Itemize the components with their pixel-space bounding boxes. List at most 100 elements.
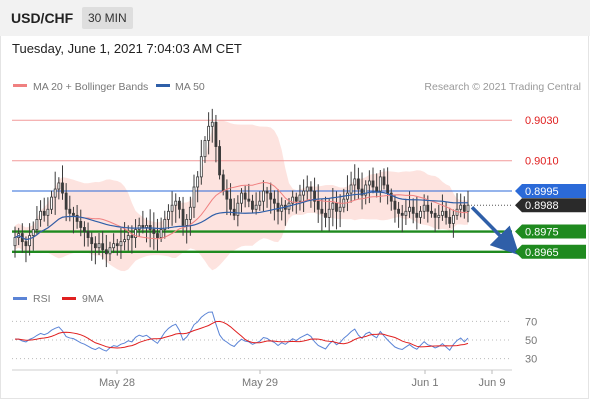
candle-body bbox=[327, 208, 331, 218]
candle-body bbox=[404, 210, 408, 216]
candle-body bbox=[422, 204, 426, 212]
candle-body bbox=[35, 218, 39, 230]
candle-body bbox=[437, 214, 441, 218]
last-price-label: 0.8988 bbox=[525, 200, 559, 212]
copyright-text: Research © 2021 Trading Central bbox=[424, 81, 581, 93]
resistance-label-1: 0.9030 bbox=[525, 115, 559, 127]
candle-body bbox=[316, 200, 320, 210]
candle-body bbox=[167, 210, 170, 220]
candle-body bbox=[207, 125, 211, 141]
x-axis: May 28 May 29 Jun 1 Jun 9 bbox=[99, 370, 506, 389]
candle-body bbox=[46, 208, 50, 216]
rsi-line bbox=[15, 311, 469, 352]
candle-body bbox=[112, 243, 116, 249]
candle-body bbox=[433, 212, 437, 218]
candle-body bbox=[53, 188, 57, 198]
candle-body bbox=[185, 218, 189, 226]
candle-body bbox=[353, 178, 357, 186]
rsi-legend-swatch bbox=[13, 297, 27, 300]
support-label-2: 0.8965 bbox=[525, 247, 559, 259]
candle-body bbox=[115, 243, 119, 247]
candle-body bbox=[90, 237, 94, 245]
ma9-legend-label: 9MA bbox=[82, 293, 104, 305]
candle-body bbox=[349, 184, 353, 194]
candle-body bbox=[382, 176, 386, 186]
rsi-panel: 70 50 30 bbox=[12, 311, 537, 366]
support-label-1: 0.8975 bbox=[525, 227, 559, 239]
candle-body bbox=[101, 243, 105, 251]
candle-body bbox=[152, 229, 156, 234]
candle-body bbox=[177, 200, 181, 210]
candle-body bbox=[262, 190, 265, 202]
candle-body bbox=[108, 247, 112, 255]
candle-body bbox=[39, 210, 42, 220]
candle-body bbox=[462, 204, 466, 212]
pivot-label: 0.8995 bbox=[525, 186, 559, 198]
bollinger-legend-label: MA 20 + Bollinger Bands bbox=[33, 81, 148, 93]
candle-body bbox=[393, 200, 397, 210]
candle-body bbox=[309, 186, 313, 192]
rsi-legend-label: RSI bbox=[33, 293, 51, 305]
candle-body bbox=[247, 198, 251, 202]
candle-body bbox=[371, 180, 375, 188]
candle-body bbox=[378, 176, 382, 192]
chart-svg: MA 20 + Bollinger Bands MA 50 Research ©… bbox=[12, 81, 586, 389]
candle-body bbox=[126, 235, 130, 241]
rsi-tick-50: 50 bbox=[525, 335, 537, 347]
ma9-legend-swatch bbox=[62, 297, 76, 300]
candle-body bbox=[64, 192, 68, 210]
candle-body bbox=[448, 216, 452, 224]
candle-body bbox=[68, 208, 72, 214]
candle-body bbox=[93, 243, 97, 249]
candle-body bbox=[159, 229, 163, 239]
candle-body bbox=[123, 239, 127, 243]
candle-body bbox=[338, 206, 342, 212]
candle-body bbox=[294, 196, 298, 202]
candle-body bbox=[31, 229, 35, 236]
candle-body bbox=[61, 182, 64, 194]
candle-body bbox=[203, 140, 207, 158]
candle-body bbox=[276, 202, 280, 212]
candle-body bbox=[79, 221, 83, 228]
rsi-tick-30: 30 bbox=[525, 354, 537, 366]
candle-body bbox=[426, 204, 430, 212]
candle-body bbox=[298, 194, 302, 202]
candle-body bbox=[408, 206, 411, 212]
candle-body bbox=[367, 180, 371, 186]
candle-body bbox=[145, 225, 148, 228]
x-tick-label: Jun 1 bbox=[412, 377, 439, 389]
candle-body bbox=[196, 176, 200, 188]
candle-body bbox=[210, 121, 214, 127]
candle-body bbox=[83, 227, 86, 232]
candle-body bbox=[243, 192, 247, 200]
candle-body bbox=[356, 178, 360, 190]
candle-body bbox=[104, 249, 108, 255]
candle-body bbox=[57, 182, 61, 190]
candle-body bbox=[156, 233, 159, 239]
candle-body bbox=[272, 198, 276, 204]
candle-body bbox=[269, 192, 273, 200]
candle-body bbox=[459, 204, 463, 210]
candle-body bbox=[400, 212, 404, 216]
candle-body bbox=[444, 210, 448, 218]
candle-body bbox=[265, 190, 269, 194]
candle-body bbox=[415, 212, 419, 218]
candle-body bbox=[199, 156, 203, 178]
candle-body bbox=[455, 208, 459, 216]
ma50-legend-label: MA 50 bbox=[175, 81, 205, 93]
candle-body bbox=[97, 243, 101, 249]
x-tick-label: May 28 bbox=[99, 377, 135, 389]
candle-body bbox=[302, 190, 306, 196]
candle-body bbox=[192, 186, 196, 208]
candle-body bbox=[24, 241, 28, 247]
candle-body bbox=[218, 146, 221, 176]
candle-body bbox=[430, 210, 433, 214]
candle-body bbox=[411, 206, 415, 214]
candle-body bbox=[229, 198, 232, 210]
candle-body bbox=[119, 241, 123, 247]
x-tick-label: Jun 9 bbox=[479, 377, 506, 389]
bollinger-legend-swatch bbox=[13, 84, 27, 87]
projection-arrow bbox=[470, 205, 520, 256]
candle-body bbox=[130, 235, 134, 239]
candle-body bbox=[335, 202, 338, 212]
